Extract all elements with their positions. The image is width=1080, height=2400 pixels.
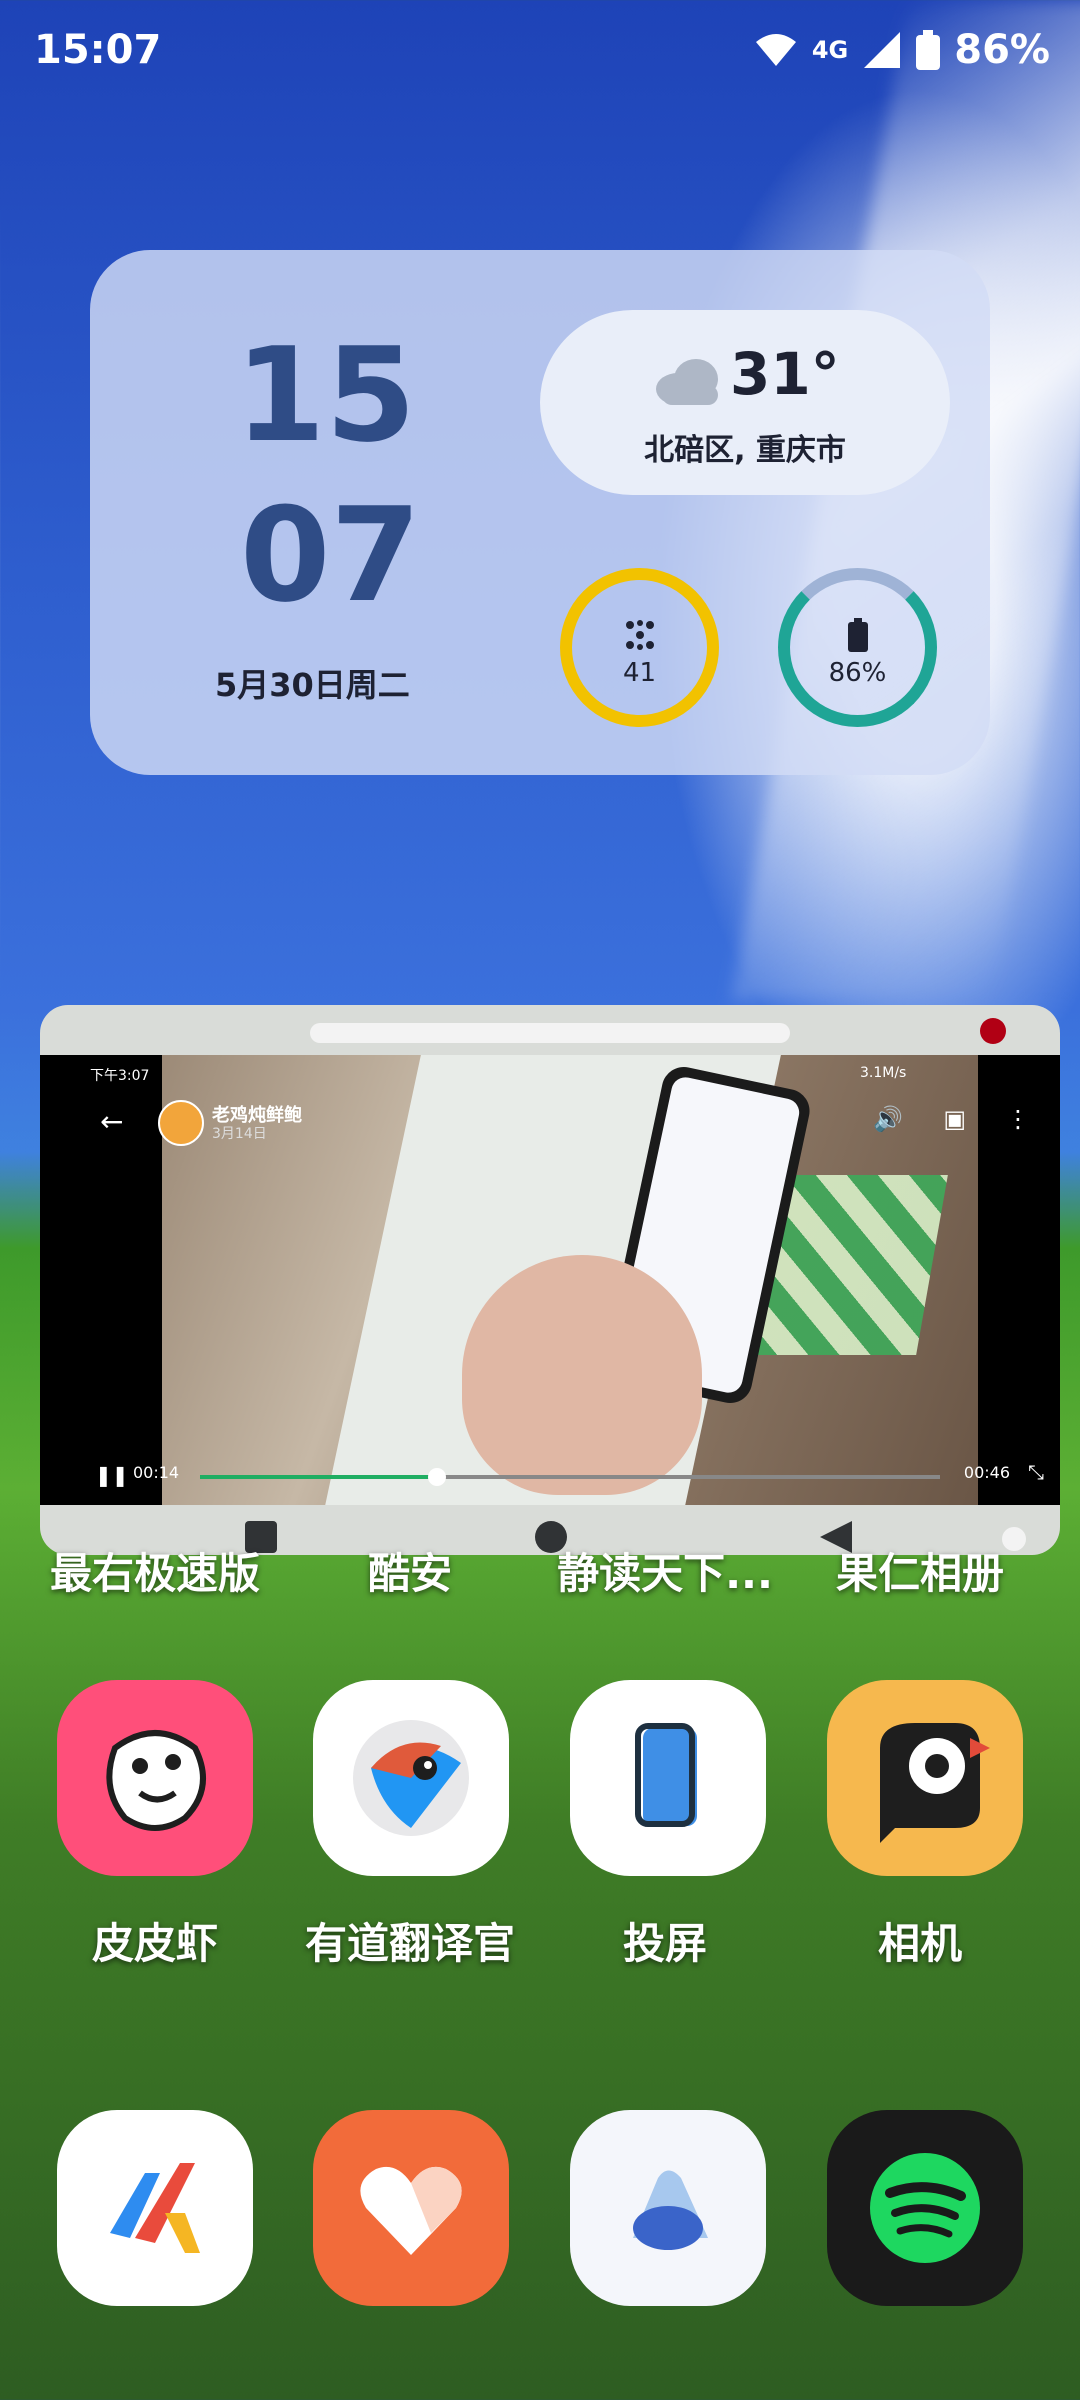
battery-ring-value: 86%: [828, 658, 887, 688]
video-player[interactable]: 下午3:07 3.1M/s ← 老鸡炖鲜鲍 3月14日 🔊 ▣ ⋮ ❚❚ 00:…: [40, 1055, 1060, 1505]
youdao-icon: [353, 1720, 469, 1836]
cast-screen-app[interactable]: [570, 1680, 766, 1876]
volume-icon[interactable]: 🔊: [873, 1105, 903, 1133]
pipixia-app[interactable]: [57, 1680, 253, 1876]
app-label-pipixia[interactable]: 皮皮虾: [35, 1910, 275, 1971]
weather-pill[interactable]: 31° 北碚区, 重庆市: [540, 310, 950, 495]
avatar[interactable]: [158, 1100, 204, 1146]
upload-date: 3月14日: [212, 1126, 267, 1142]
app-label-camera[interactable]: 相机: [800, 1910, 1040, 1971]
app-label-jingdu[interactable]: 静读天下...: [545, 1540, 785, 1601]
app-label-cast[interactable]: 投屏: [545, 1910, 785, 1971]
battery-percent: 86%: [954, 27, 1050, 73]
video-top-bar: 下午3:07 3.1M/s ← 老鸡炖鲜鲍 3月14日 🔊 ▣ ⋮: [40, 1055, 1060, 1175]
air-quality-value: 41: [622, 658, 657, 688]
video-status-time: 下午3:07: [90, 1068, 150, 1084]
air-quality-ring[interactable]: 41: [560, 568, 719, 727]
cell-signal-icon: [864, 32, 901, 68]
maps-arrow-icon: [110, 2163, 200, 2253]
dock-app-1[interactable]: [57, 2110, 253, 2306]
app-label-zuiyou[interactable]: 最右极速版: [35, 1540, 275, 1601]
video-status-speed: 3.1M/s: [860, 1065, 907, 1081]
app-label-youdao[interactable]: 有道翻译官: [290, 1910, 530, 1971]
battery-ring[interactable]: 86%: [778, 568, 937, 727]
camera-app[interactable]: [827, 1680, 1023, 1876]
network-type: 4G: [811, 36, 849, 64]
clock-date: 5月30日周二: [215, 666, 410, 704]
progress-fill: [200, 1475, 437, 1479]
progress-knob[interactable]: [427, 1468, 446, 1486]
duration: 00:46: [963, 1463, 1010, 1482]
cloud-drive-icon: [633, 2170, 708, 2250]
status-bar: 15:07 4G 86%: [34, 20, 1050, 80]
cloud-icon: [656, 359, 718, 405]
dock-app-2[interactable]: [313, 2110, 509, 2306]
pause-icon[interactable]: ❚❚: [95, 1463, 129, 1487]
drag-handle[interactable]: [310, 1023, 790, 1043]
clock-minute: 07: [240, 479, 421, 631]
app-label-guoren[interactable]: 果仁相册: [800, 1540, 1040, 1601]
particles-icon: [625, 620, 654, 650]
clock-hour: 15: [235, 319, 416, 471]
video-controls: ❚❚ 00:14 00:46 ⤡: [40, 1445, 1060, 1505]
dock-app-4[interactable]: [827, 2110, 1023, 2306]
weather-temperature: 31°: [730, 340, 840, 408]
app-label-kuan[interactable]: 酷安: [290, 1540, 530, 1601]
close-dot-icon[interactable]: [980, 1018, 1006, 1044]
youdao-app[interactable]: [313, 1680, 509, 1876]
dock-app-3[interactable]: [570, 2110, 766, 2306]
elapsed-time: 00:14: [133, 1463, 180, 1482]
exit-fullscreen-icon[interactable]: ⤡: [1028, 1460, 1044, 1484]
weather-location: 北碚区, 重庆市: [644, 433, 846, 468]
battery-icon: [916, 30, 941, 70]
more-icon[interactable]: ⋮: [1006, 1105, 1030, 1133]
clock-weather-widget[interactable]: 15 07 5月30日周二 31° 北碚区, 重庆市 41 86%: [90, 250, 990, 775]
pip-toggle-icon[interactable]: ▣: [943, 1105, 966, 1133]
progress-track[interactable]: [200, 1468, 940, 1486]
camera-bird-icon: [880, 1723, 990, 1843]
battery-small-icon: [847, 618, 868, 652]
picture-in-picture-window[interactable]: 下午3:07 3.1M/s ← 老鸡炖鲜鲍 3月14日 🔊 ▣ ⋮ ❚❚ 00:…: [40, 1005, 1060, 1555]
pipixia-icon: [106, 1730, 206, 1831]
status-time: 15:07: [34, 27, 162, 73]
spotify-icon: [870, 2153, 980, 2263]
heart-health-icon: [360, 2166, 462, 2255]
wifi-icon: [755, 34, 796, 66]
back-arrow-icon[interactable]: ←: [100, 1105, 123, 1138]
cast-screen-icon: [635, 1723, 697, 1827]
